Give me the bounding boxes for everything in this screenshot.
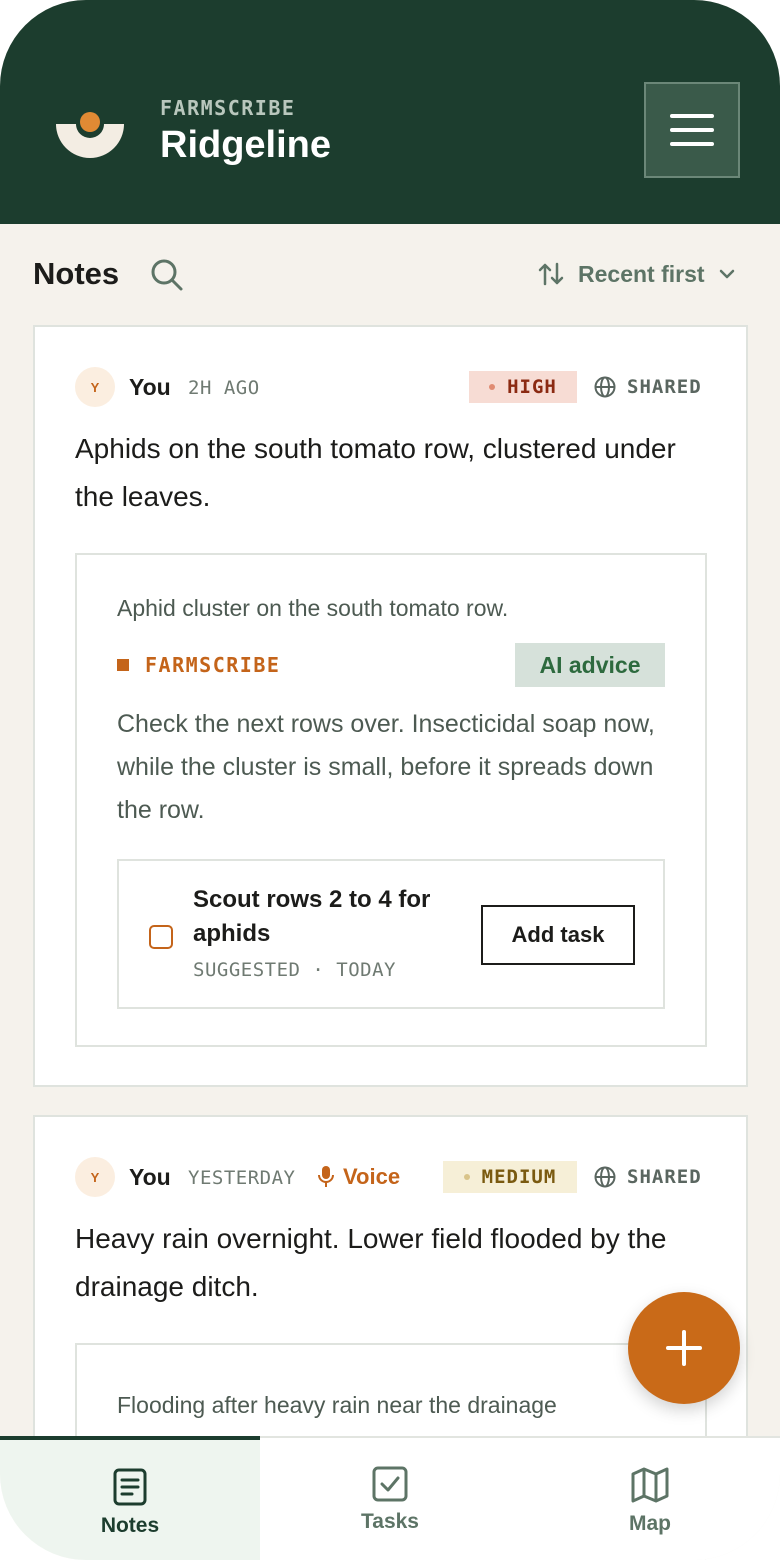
brand-kicker: FARMSCRIBE <box>160 96 296 120</box>
hamburger-menu-icon <box>670 114 714 146</box>
task-checkbox-icon <box>372 1466 408 1502</box>
farm-name: Ridgeline <box>160 124 332 166</box>
priority-label: HIGH <box>507 376 557 398</box>
sort-dropdown[interactable]: Recent first <box>538 258 735 290</box>
globe-icon <box>594 376 616 398</box>
sort-label: Recent first <box>578 260 705 287</box>
farmscribe-logo <box>56 112 124 158</box>
new-note-button[interactable] <box>628 1292 740 1404</box>
nav-label: Map <box>629 1512 671 1535</box>
priority-label: MEDIUM <box>481 1166 557 1188</box>
nav-label: Tasks <box>361 1510 419 1533</box>
ai-advice-text: Check the next rows over. Insecticidal s… <box>117 710 655 824</box>
ai-advice-panel: Aphid cluster on the south tomato row. F… <box>75 553 707 1047</box>
ai-summary: Aphid cluster on the south tomato row. <box>117 595 509 621</box>
ai-source-text: FARMSCRIBE <box>145 653 281 677</box>
notes-icon <box>113 1468 147 1506</box>
visibility-label: SHARED <box>627 376 702 398</box>
ai-advice-badge: AI advice <box>515 643 665 687</box>
task-title: Scout rows 2 to 4 for aphids <box>193 886 431 947</box>
visibility-badge: SHARED <box>593 371 702 403</box>
nav-tab-tasks[interactable]: Tasks <box>260 1438 520 1560</box>
chevron-down-icon <box>719 269 734 279</box>
note-time: YESTERDAY <box>188 1167 296 1189</box>
avatar: Y <box>75 367 115 407</box>
plus-icon <box>666 1330 702 1366</box>
nav-tab-map[interactable]: Map <box>520 1438 780 1560</box>
visibility-badge: SHARED <box>593 1161 702 1193</box>
add-task-button[interactable]: Add task <box>481 905 635 965</box>
menu-button[interactable] <box>644 82 740 178</box>
app-header: FARMSCRIBE Ridgeline <box>0 0 780 224</box>
note-card[interactable]: Y You 2H AGO HIGH SHARED Aphids on the s… <box>33 325 748 1087</box>
nav-label: Notes <box>100 1514 160 1537</box>
note-text: Aphids on the south tomato row, clustere… <box>75 433 676 512</box>
note-time: 2H AGO <box>188 377 260 399</box>
sort-arrows-icon <box>538 262 564 286</box>
priority-dot-icon <box>489 384 496 390</box>
voice-label: Voice <box>343 1164 401 1189</box>
globe-icon <box>594 1166 616 1188</box>
microphone-icon <box>318 1166 334 1187</box>
square-icon <box>117 659 129 671</box>
avatar: Y <box>75 1157 115 1197</box>
app-screen: FARMSCRIBE Ridgeline Notes Recent first … <box>0 0 780 1560</box>
search-icon[interactable] <box>150 258 184 292</box>
priority-badge: MEDIUM <box>443 1161 577 1193</box>
note-author: You <box>129 374 171 400</box>
note-author: You <box>129 1164 171 1190</box>
priority-badge: HIGH <box>469 371 577 403</box>
map-icon <box>631 1467 669 1503</box>
visibility-label: SHARED <box>627 1166 702 1188</box>
voice-source: Voice <box>317 1161 400 1193</box>
bottom-navigation: Notes Tasks Map <box>0 1436 780 1560</box>
suggested-task: Scout rows 2 to 4 for aphids SUGGESTED ·… <box>117 859 665 1009</box>
task-meta: SUGGESTED · TODAY <box>193 959 396 981</box>
nav-tab-notes[interactable]: Notes <box>0 1436 260 1560</box>
ai-source-label: FARMSCRIBE <box>117 653 280 677</box>
note-text: Heavy rain overnight. Lower field floode… <box>75 1223 667 1302</box>
task-checkbox[interactable] <box>149 925 173 949</box>
priority-dot-icon <box>463 1174 470 1180</box>
notes-heading: Notes <box>33 256 120 291</box>
